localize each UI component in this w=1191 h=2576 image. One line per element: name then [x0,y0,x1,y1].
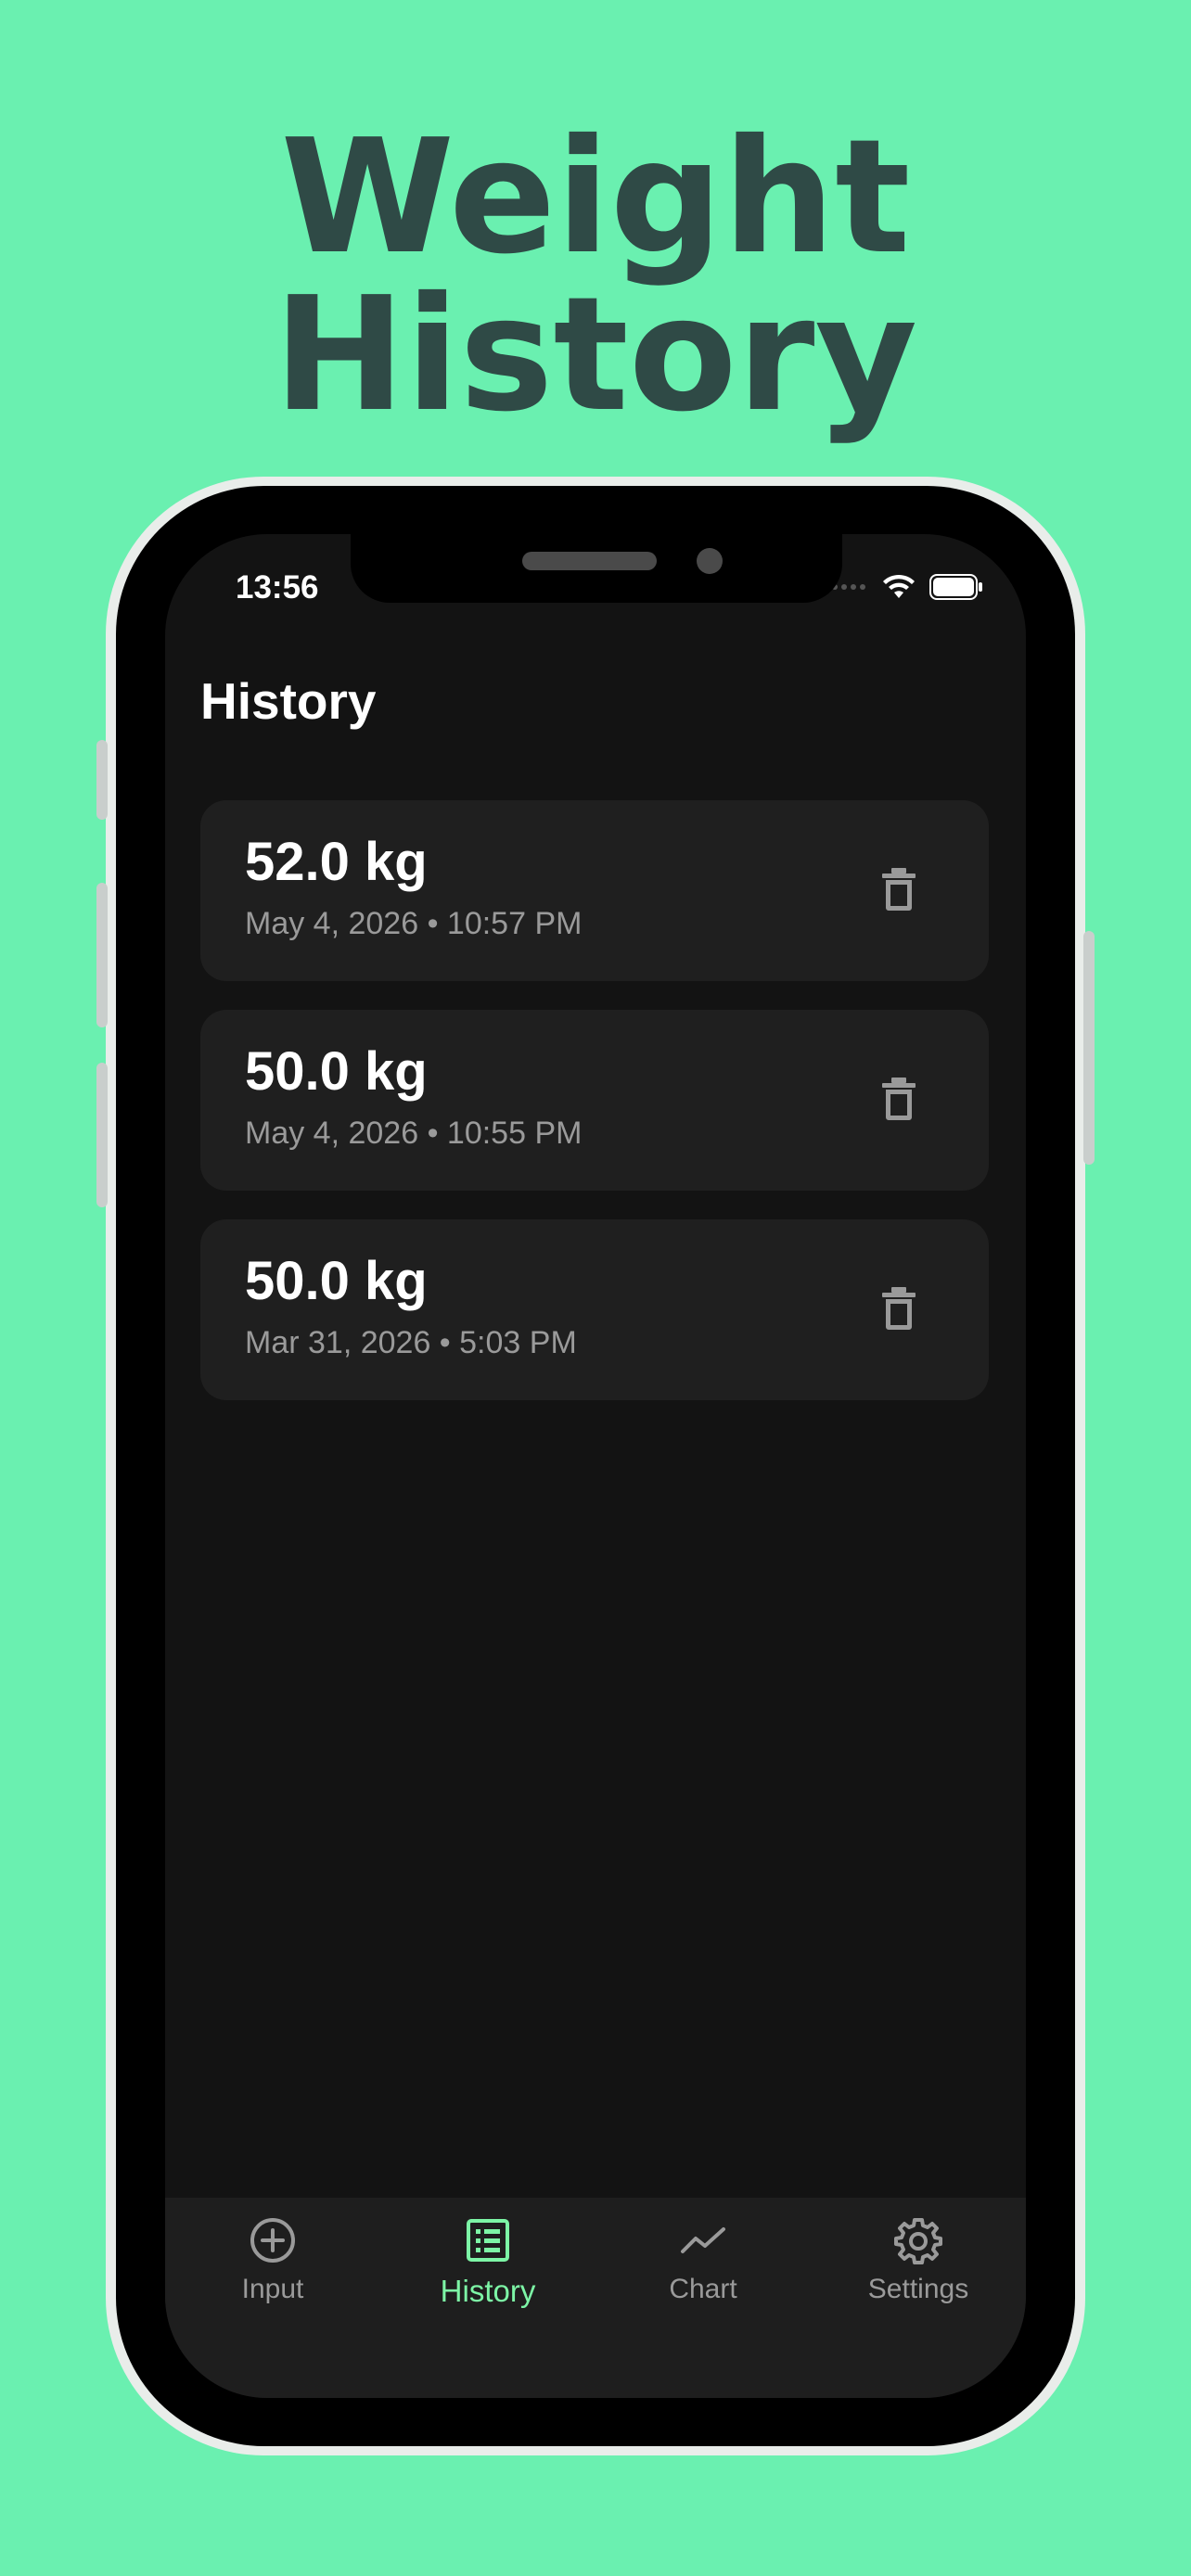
entry-weight: 50.0 kg [245,1041,428,1102]
tab-label: History [440,2274,536,2308]
status-icons [831,573,983,601]
trash-icon[interactable] [879,1286,918,1331]
phone-mute-switch [96,740,108,820]
phone-volume-down [96,1063,108,1207]
status-time: 13:56 [236,569,319,606]
entry-datetime: Mar 31, 2026 • 5:03 PM [245,1325,577,1360]
entry-datetime: May 4, 2026 • 10:57 PM [245,906,583,941]
list-icon [467,2219,509,2262]
tab-chart[interactable]: Chart [596,2216,811,2305]
screen-title: History [200,672,377,730]
tab-input[interactable]: Input [165,2216,380,2305]
speaker-grille [522,552,657,570]
tab-settings[interactable]: Settings [811,2216,1026,2305]
trash-icon[interactable] [879,1077,918,1121]
history-list: 52.0 kg May 4, 2026 • 10:57 PM 50.0 kg M… [200,800,989,1429]
tab-label: Settings [867,2274,969,2304]
plus-circle-icon [250,2218,295,2263]
tab-history[interactable]: History [380,2216,596,2309]
entry-weight: 52.0 kg [245,832,428,892]
front-camera [697,548,723,574]
wifi-icon [883,574,915,598]
app-screen: 13:56 History 52.0 kg May 4, 2026 • 10:5… [165,534,1026,2398]
entry-datetime: May 4, 2026 • 10:55 PM [245,1116,583,1151]
list-item[interactable]: 50.0 kg May 4, 2026 • 10:55 PM [200,1010,989,1191]
gear-icon [894,2218,942,2264]
battery-icon [929,574,982,600]
entry-weight: 50.0 kg [245,1251,428,1311]
tab-label: Chart [669,2274,737,2304]
tab-label: Input [241,2274,304,2304]
trash-icon[interactable] [879,867,918,912]
phone-power-button [1083,931,1095,1165]
phone-volume-up [96,883,108,1027]
list-item[interactable]: 52.0 kg May 4, 2026 • 10:57 PM [200,800,989,981]
list-item[interactable]: 50.0 kg Mar 31, 2026 • 5:03 PM [200,1219,989,1400]
bottom-tab-bar: Input History Chart Settings [165,2198,1026,2398]
hero-title: Weight History [273,106,918,447]
chart-line-icon [681,2227,725,2253]
